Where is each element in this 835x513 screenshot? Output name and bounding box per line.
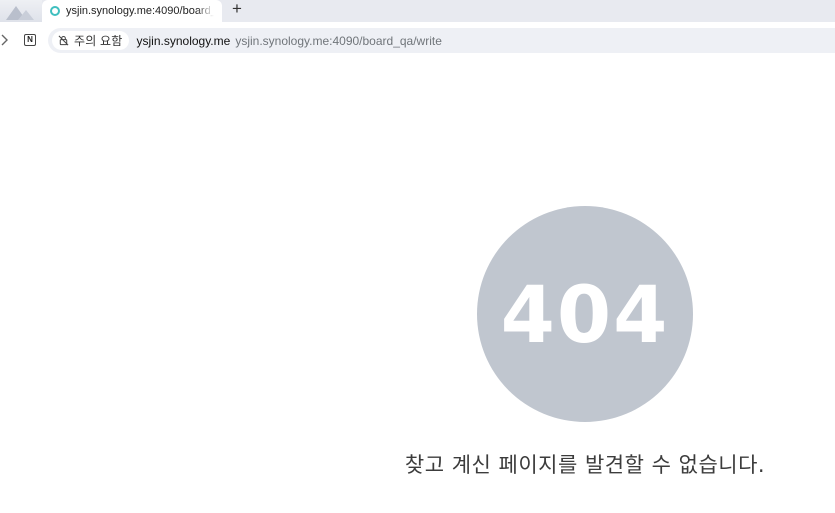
not-secure-icon: [58, 35, 69, 46]
error-code: 404: [500, 271, 670, 361]
loading-spinner-icon: [50, 6, 60, 16]
new-tab-button[interactable]: +: [228, 0, 246, 20]
previous-tab-thumbnail[interactable]: [0, 0, 42, 22]
url-full: ysjin.synology.me:4090/board_qa/write: [235, 33, 442, 48]
error-circle: 404: [477, 206, 693, 422]
security-chip[interactable]: 주의 요함: [52, 31, 129, 50]
security-label: 주의 요함: [74, 34, 123, 48]
chevron-right-icon[interactable]: [0, 31, 12, 49]
url-host: ysjin.synology.me: [136, 33, 231, 48]
browser-toolbar: N 주의 요함 ysjin.synology.me ysjin.synology…: [0, 22, 835, 58]
error-message: 찾고 계신 페이지를 발견할 수 없습니다.: [404, 453, 766, 477]
active-tab[interactable]: ysjin.synology.me:4090/board_qa/write: [42, 0, 222, 22]
notion-n-icon[interactable]: N: [24, 34, 36, 46]
mountain-shape-small: [18, 10, 34, 20]
tab-strip: ysjin.synology.me:4090/board_qa/write +: [0, 0, 835, 22]
address-bar[interactable]: 주의 요함 ysjin.synology.me ysjin.synology.m…: [48, 28, 835, 53]
tab-title: ysjin.synology.me:4090/board_qa/write: [66, 5, 214, 17]
